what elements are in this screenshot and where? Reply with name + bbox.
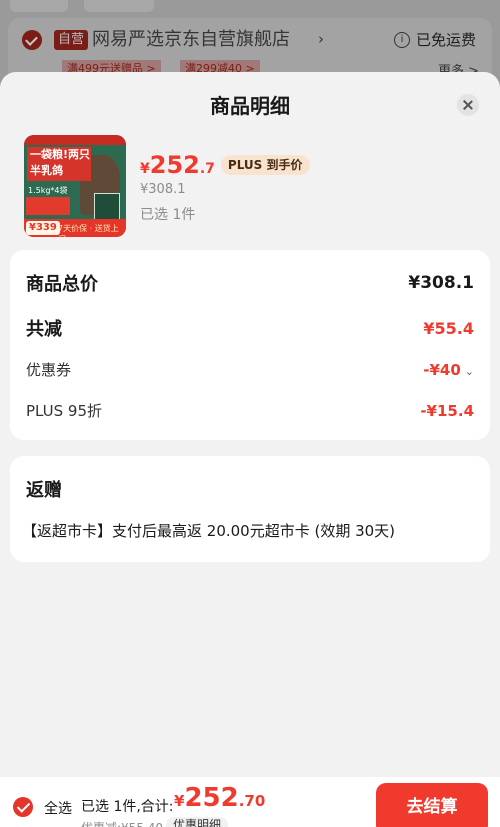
total-decimal: .70	[238, 792, 266, 810]
total-price-value: ¥308.1	[408, 273, 474, 293]
product-image-promo-block	[26, 197, 70, 215]
product-image: 一袋粮!两只半乳鸽 1.5kg*4袋 ¥339 7天价保 · 送货上门	[24, 135, 126, 237]
gift-title: 返赠	[26, 480, 62, 501]
select-all-label[interactable]: 全选	[44, 798, 72, 818]
coupon-value: -¥40	[423, 361, 461, 379]
plus-discount-row: PLUS 95折 -¥15.4	[26, 400, 474, 421]
total-integer: 252	[184, 783, 239, 813]
product-image-spec: 1.5kg*4袋	[28, 186, 68, 195]
coupon-row[interactable]: 优惠券 -¥40 ⌄	[26, 359, 474, 380]
product-image-price-tag: ¥339	[26, 221, 60, 235]
background-top-cards	[0, 0, 500, 20]
coupon-label: 优惠券	[26, 361, 72, 379]
price-currency: ¥	[140, 161, 150, 177]
shop-name: 网易严选京东自营旗舰店	[92, 29, 290, 50]
total-discount-row: 共减 ¥55.4	[26, 315, 474, 341]
background-card-edge	[84, 0, 154, 12]
total-currency: ¥	[174, 792, 185, 810]
gift-description: 【返超市卡】支付后最高返 20.00元超市卡 (效期 30天)	[22, 522, 396, 540]
sheet-title: 商品明细	[210, 94, 290, 118]
discount-detail-tag[interactable]: 优惠明细	[166, 817, 229, 827]
price-summary-card: 商品总价 ¥308.1 共减 ¥55.4 优惠券 -¥40 ⌄ PLUS 95折 …	[10, 250, 490, 440]
checkout-bar: 全选 已选 1件,合计: ¥ 252 .70 优惠减:¥55.40 优惠明细 去…	[0, 777, 500, 827]
select-all-checkbox[interactable]	[13, 797, 33, 817]
self-operated-badge: 自营	[54, 30, 89, 50]
product-image-headline: 一袋粮!两只半乳鸽	[27, 147, 91, 181]
close-icon[interactable]	[457, 94, 479, 116]
product-image-band-text: 7天价保 · 送货上门	[58, 224, 119, 237]
plus-discount-label: PLUS 95折	[26, 402, 103, 420]
product-detail-sheet: 商品明细 一袋粮!两只半乳鸽 1.5kg*4袋 ¥339 7天价保 · 送货上门…	[0, 72, 500, 827]
total-discount-value: ¥55.4	[423, 318, 474, 338]
product-image-top-band	[24, 135, 126, 145]
chevron-down-icon[interactable]: ⌄	[465, 365, 474, 378]
selection-summary: 已选 1件,合计:	[81, 799, 174, 815]
original-price: ¥308.1	[140, 182, 186, 197]
total-price-row: 商品总价 ¥308.1	[26, 270, 474, 296]
plus-discount-value: -¥15.4	[420, 401, 474, 420]
coupon-value-wrap: -¥40 ⌄	[423, 360, 474, 379]
free-shipping-label: 已免运费	[416, 31, 477, 49]
product-price: ¥ 252 .7 PLUS 到手价	[140, 151, 310, 179]
total-price-label: 商品总价	[26, 274, 98, 295]
total-amount: ¥ 252 .70	[174, 783, 265, 813]
info-icon: i	[394, 32, 410, 48]
shop-check-icon	[22, 30, 42, 50]
gift-card: 返赠 【返超市卡】支付后最高返 20.00元超市卡 (效期 30天)	[10, 456, 490, 562]
total-discount-label: 共减	[26, 319, 62, 340]
checkout-button[interactable]: 去结算	[376, 783, 488, 827]
plus-price-badge: PLUS 到手价	[220, 155, 310, 175]
price-decimal: .7	[199, 161, 215, 177]
background-card-edge	[10, 0, 68, 12]
chevron-right-icon: ›	[318, 30, 324, 48]
selected-count: 已选 1件	[140, 207, 196, 223]
discount-summary: 优惠减:¥55.40	[81, 819, 163, 827]
price-integer: 252	[149, 151, 200, 179]
